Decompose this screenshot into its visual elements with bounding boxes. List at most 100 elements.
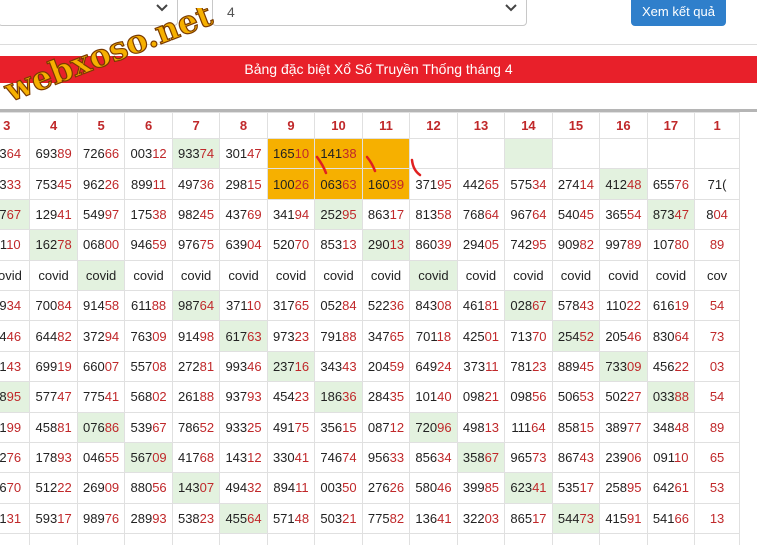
result-cell: 14312 [219,441,268,474]
month-select[interactable]: 4 [212,0,527,26]
result-cell: 63904 [219,229,268,261]
result-cell: 23906 [599,441,648,474]
result-cell: 79188 [314,320,363,352]
result-cell: 34194 [266,198,316,231]
result-cell: 35615 [314,411,363,443]
day-column-header: 11 [361,112,411,139]
result-cell [551,533,601,545]
table-row: 3934700849145861188987643711031765052845… [0,289,740,322]
result-cell: 4110 [0,229,31,261]
result-cell: 69389 [29,137,78,170]
table-row: 5143699196600755708272819934623716343432… [0,350,740,383]
table-row: 3276178930465556709417681431233041746749… [0,441,740,474]
result-cell: 41248 [599,168,648,200]
day-column-header: 14 [504,112,553,139]
result-cell: 5143 [0,350,31,383]
result-cell: 06800 [76,229,126,261]
day-column-header: 10 [314,112,363,139]
day-select[interactable] [0,0,178,26]
result-cell: 78123 [504,350,553,383]
result-cell: 54166 [646,502,696,535]
result-cell: 54 [694,381,740,413]
day-column-header: 4 [29,112,78,139]
result-cell: 77582 [361,502,411,535]
result-cell: 14307 [171,472,221,504]
result-cell: 50227 [599,381,648,413]
result-cell: 76864 [456,198,506,231]
result-cell: 17893 [29,441,78,474]
result-cell: 62341 [504,472,553,504]
result-cell: 31765 [266,289,316,322]
result-cell: 85815 [551,411,601,443]
result-cell: 89911 [124,168,173,200]
result-cell [0,533,31,545]
day-column-header: 9 [266,112,316,139]
day-column-header: 16 [599,112,648,139]
day-column-header: 3 [0,112,31,139]
table-row: 7670512222690988056143074943289411003502… [0,472,740,504]
result-cell: 43769 [219,198,268,231]
result-cell: 85313 [314,229,363,261]
result-cell: 10140 [409,381,458,413]
result-cell: covid [124,259,173,291]
result-cell: 53 [694,472,740,504]
result-cell: 83064 [646,320,696,352]
result-cell: 2333 [0,168,31,200]
result-cell: covid [314,259,363,291]
result-cell [646,533,696,545]
result-cell: 95633 [361,441,411,474]
result-cell: 98764 [171,289,221,322]
result-cell: 09110 [646,441,696,474]
result-cell: 45564 [219,502,268,535]
result-cell: covid [171,259,221,291]
result-cell: 71370 [504,320,553,352]
result-cell: 07686 [76,411,126,443]
result-cell: 7767 [0,198,31,231]
result-cell: 49813 [456,411,506,443]
result-cell: 52236 [361,289,411,322]
result-cell: 57534 [504,168,553,200]
result-cell: 74674 [314,441,363,474]
result-cell: 93325 [219,411,268,443]
result-cell: 51222 [29,472,78,504]
result-cell: 27281 [171,350,221,383]
result-cell [171,533,221,545]
result-cell: 7895 [0,381,31,413]
day-column-header: 17 [646,112,696,139]
result-cell [456,137,506,170]
result-cell: covid [551,259,601,291]
result-cell: 16510 [266,137,316,170]
result-cell: 99346 [219,350,268,383]
result-cell: 04655 [76,441,126,474]
result-cell [124,533,173,545]
result-cell: 03388 [646,381,696,413]
result-cell: 61188 [124,289,173,322]
result-cell: 91458 [76,289,126,322]
result-cell: 93793 [219,381,268,413]
result-cell: 91498 [171,320,221,352]
view-results-button[interactable]: Xem kết quả [631,0,726,26]
result-cell: 34765 [361,320,411,352]
result-cell: 89411 [266,472,316,504]
result-cell: 54997 [76,198,126,231]
result-cell: 87347 [646,198,696,231]
result-cell [266,533,316,545]
result-cell: 55708 [124,350,173,383]
result-cell [504,137,553,170]
result-cell: 89 [694,411,740,443]
result-cell: 52070 [266,229,316,261]
result-cell: 89 [694,229,740,261]
result-cell: 64924 [409,350,458,383]
day-column-header: 13 [456,112,506,139]
result-cell: 58046 [409,472,458,504]
result-cell [409,137,458,170]
result-cell: covid [361,259,411,291]
result-cell: 16278 [29,229,78,261]
result-cell: 17538 [124,198,173,231]
result-cell: 71( [694,168,740,200]
result-cell [314,533,363,545]
result-cell: 53517 [551,472,601,504]
chevron-down-icon [505,4,517,12]
result-cell [409,533,458,545]
result-cell: 59317 [29,502,78,535]
